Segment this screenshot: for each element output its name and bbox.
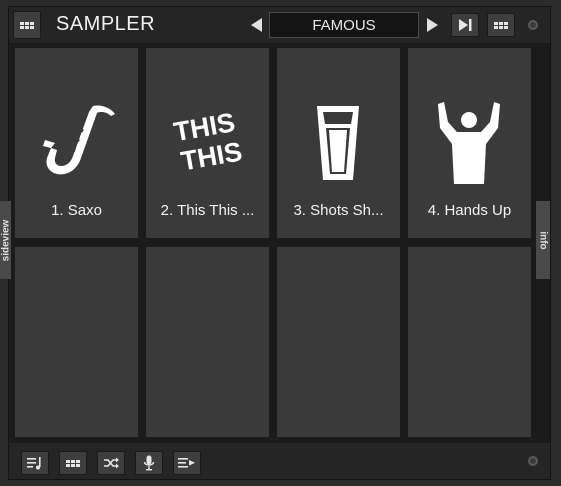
footer-options-knob[interactable] <box>528 456 538 466</box>
sampler-pad-3[interactable]: 3. Shots Sh... <box>277 48 400 238</box>
send-to-deck-button[interactable] <box>173 451 201 475</box>
pad-label: 3. Shots Sh... <box>293 202 384 219</box>
pad-label: 2. This This ... <box>160 202 255 219</box>
previous-bank-arrow-icon[interactable] <box>251 18 262 32</box>
sampler-pad-6[interactable] <box>146 247 269 437</box>
sampler-panel: SAMPLER FAMOUS 1. Saxo THIS THIS 2. This… <box>8 6 551 480</box>
sampler-pad-5[interactable] <box>15 247 138 437</box>
playlist-button[interactable] <box>21 451 49 475</box>
shuffle-button[interactable] <box>97 451 125 475</box>
shot-glass-icon <box>317 106 359 180</box>
sampler-pad-8[interactable] <box>408 247 531 437</box>
skip-forward-icon <box>459 19 472 31</box>
play-next-button[interactable] <box>451 13 479 37</box>
grid-icon <box>20 21 34 29</box>
pad-layout-button[interactable] <box>487 13 515 37</box>
sampler-pad-4[interactable]: 4. Hands Up <box>408 48 531 238</box>
record-button[interactable] <box>135 451 163 475</box>
pad-label: 4. Hands Up <box>427 202 512 219</box>
info-tab[interactable]: info <box>536 201 550 279</box>
header-options-knob[interactable] <box>528 20 538 30</box>
panel-title: SAMPLER <box>56 13 156 35</box>
sampler-menu-button[interactable] <box>13 11 41 39</box>
hands-up-person-icon <box>438 102 500 184</box>
sampler-pad-2[interactable]: THIS THIS 2. This This ... <box>146 48 269 238</box>
bank-name-selector[interactable]: FAMOUS <box>269 12 419 38</box>
grid-icon <box>494 21 508 29</box>
pad-label: 1. Saxo <box>51 202 102 219</box>
shuffle-icon <box>104 457 119 469</box>
sampler-pad-7[interactable] <box>277 247 400 437</box>
microphone-icon <box>143 455 155 471</box>
sampler-footer <box>9 443 550 479</box>
grid-icon <box>66 459 80 467</box>
playlist-icon <box>27 457 41 470</box>
next-bank-arrow-icon[interactable] <box>427 18 438 32</box>
pad-grid-button[interactable] <box>59 451 87 475</box>
this-this-text-icon: THIS THIS <box>172 107 245 176</box>
saxophone-icon <box>43 105 115 175</box>
list-arrow-icon <box>178 458 195 468</box>
sampler-pad-grid: 1. Saxo THIS THIS 2. This This ... 3. Sh… <box>15 48 541 437</box>
sampler-header: SAMPLER FAMOUS <box>9 7 550 43</box>
sampler-pad-1[interactable]: 1. Saxo <box>15 48 138 238</box>
sideview-tab[interactable]: sideview <box>0 201 11 279</box>
